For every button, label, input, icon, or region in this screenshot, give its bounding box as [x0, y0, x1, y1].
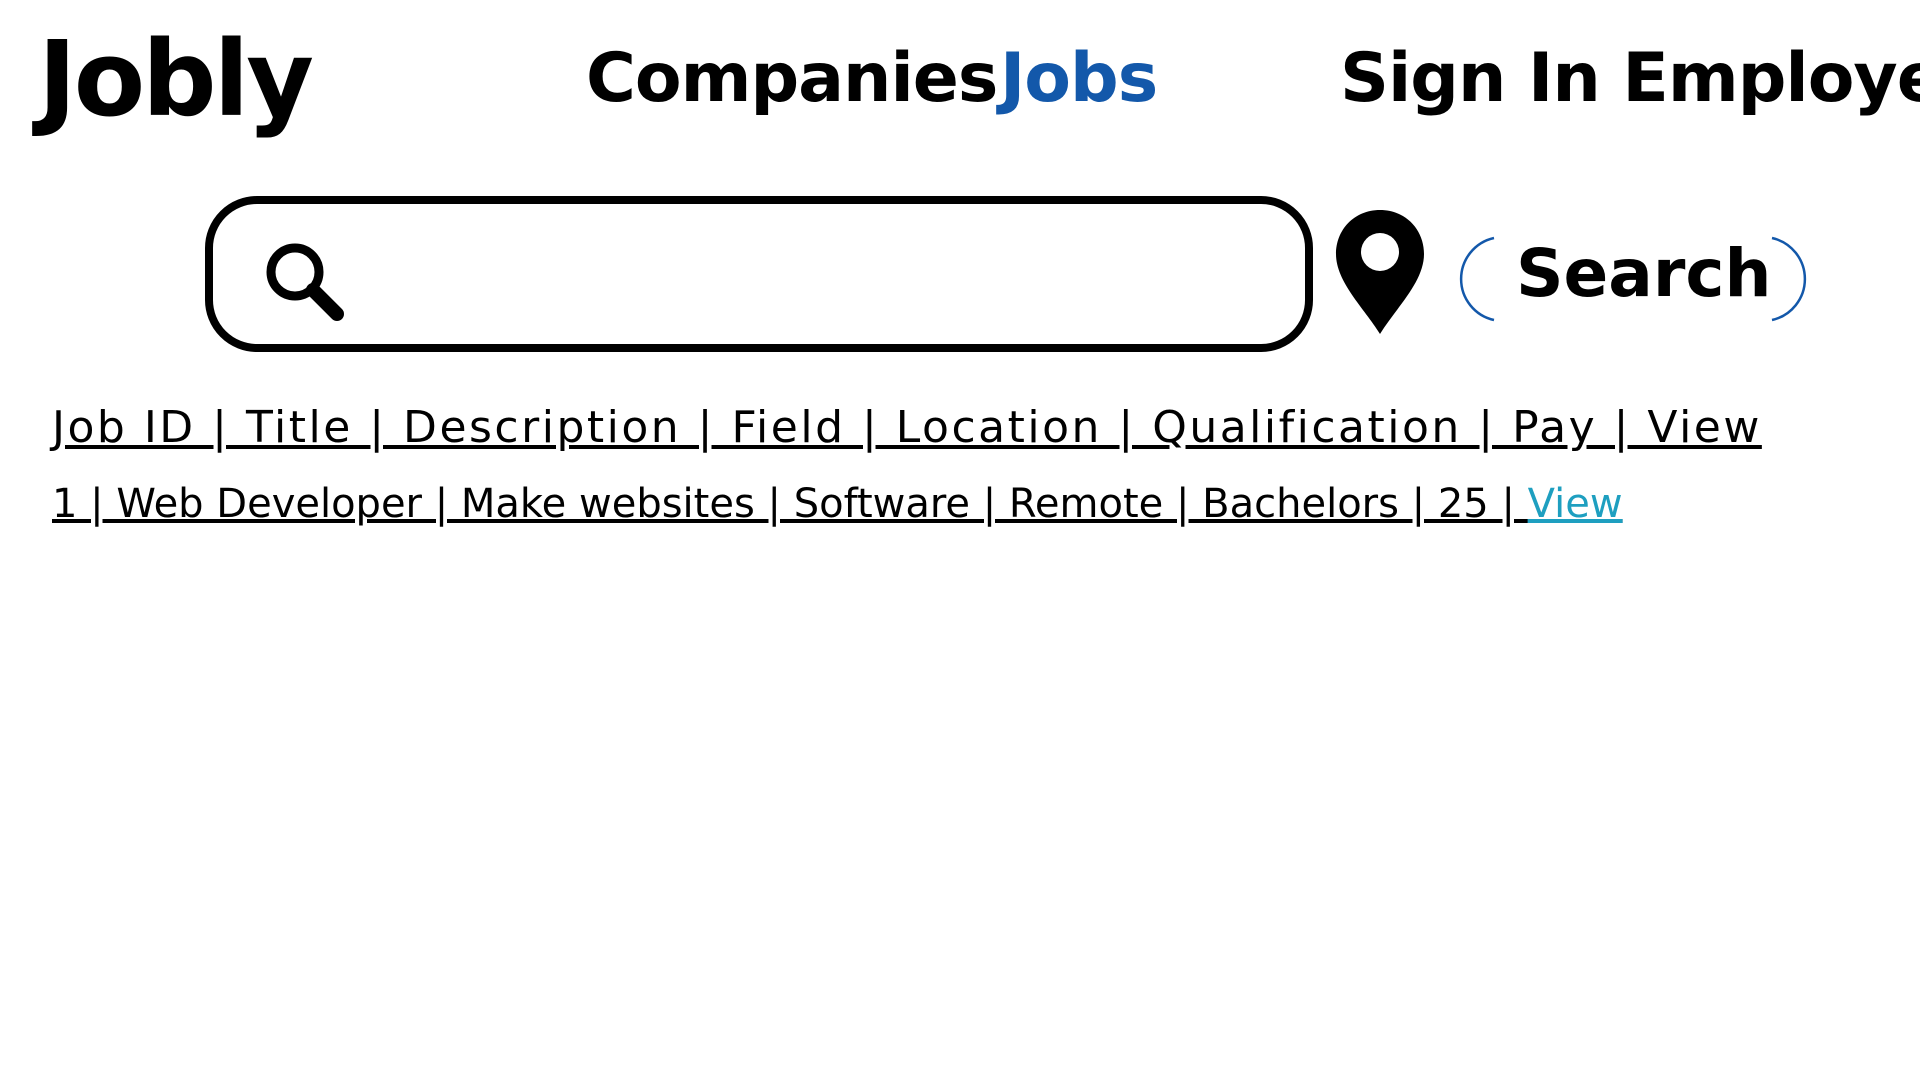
- search-input[interactable]: [373, 234, 1277, 316]
- search-button[interactable]: Search: [1448, 234, 1818, 324]
- search-button-label: Search: [1516, 235, 1772, 312]
- search-icon: [266, 243, 344, 321]
- table-header: Job ID | Title | Description | Field | L…: [52, 402, 1762, 453]
- view-job-link[interactable]: View: [1528, 481, 1623, 527]
- location-pin-icon[interactable]: [1334, 208, 1426, 338]
- app-logo[interactable]: Jobly: [38, 22, 314, 137]
- search-bar[interactable]: [205, 196, 1313, 352]
- nav-sign-in-employer[interactable]: Sign In Employer: [1340, 41, 1920, 117]
- nav-companies[interactable]: Companies: [586, 41, 998, 117]
- table-row: 1 | Web Developer | Make websites | Soft…: [52, 480, 1623, 528]
- nav-jobs[interactable]: Jobs: [1000, 41, 1158, 117]
- row-text: 1 | Web Developer | Make websites | Soft…: [52, 481, 1528, 527]
